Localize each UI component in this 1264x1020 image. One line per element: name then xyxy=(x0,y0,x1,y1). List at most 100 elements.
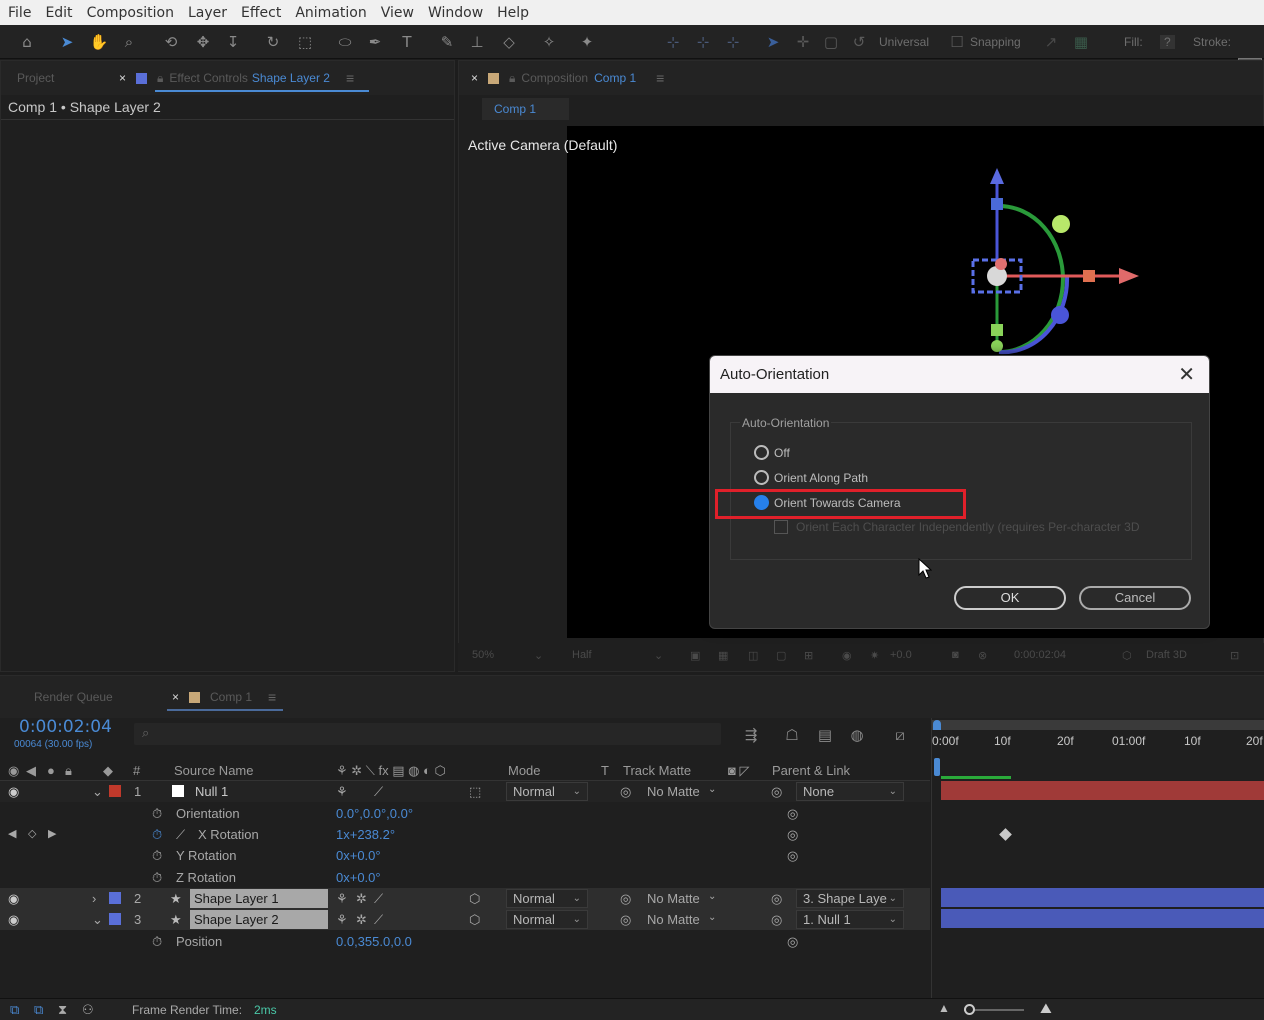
mode-dropdown[interactable]: Normal ⌄ xyxy=(506,782,588,801)
close-icon[interactable]: × xyxy=(119,71,126,85)
transparency-grid-icon[interactable]: ▦ xyxy=(718,649,728,662)
pickwhip-icon[interactable]: ◎ xyxy=(771,891,782,907)
local-axis-icon[interactable]: ⊹ xyxy=(662,31,684,53)
playhead[interactable] xyxy=(934,758,940,776)
layer-name[interactable]: Shape Layer 1 xyxy=(190,889,328,908)
expand-chevron-icon[interactable]: › xyxy=(92,891,96,906)
view-axis-icon[interactable]: ⊹ xyxy=(722,31,744,53)
shy-layers-icon[interactable]: ☖ xyxy=(781,724,803,746)
zoom-in-icon[interactable]: ⛰ xyxy=(1040,1000,1052,1017)
prop-value[interactable]: 1x+238.2° xyxy=(336,827,395,842)
matte-spiral-icon[interactable]: ◎ xyxy=(620,912,631,928)
prop-value[interactable]: 0x+0.0° xyxy=(336,848,381,863)
menu-layer[interactable]: Layer xyxy=(188,5,227,21)
lock-icon[interactable]: 🔒︎ xyxy=(157,71,163,86)
universal-scale-icon[interactable]: ▢ xyxy=(820,31,842,53)
prop-value[interactable]: 0x+0.0° xyxy=(336,870,381,885)
viewer-timecode[interactable]: 0:00:02:04 xyxy=(1014,649,1066,661)
time-ruler[interactable]: 0:00f 10f 20f 01:00f 10f 20f xyxy=(931,718,1264,780)
parent-dropdown[interactable]: 1. Null 1 ⌄ xyxy=(796,910,904,929)
tab-project[interactable]: Project xyxy=(17,71,109,85)
zoom-chevron-icon[interactable]: ⌄ xyxy=(534,649,543,662)
expression-pickwhip-icon[interactable]: ◎ xyxy=(787,848,798,864)
chevron-down-icon[interactable]: ⌄ xyxy=(708,891,716,902)
collapse-switch-icon[interactable]: ✲ xyxy=(356,912,367,928)
stopwatch-icon[interactable]: ⏱ xyxy=(152,848,162,864)
shy-switch-icon[interactable]: ⚘ xyxy=(336,784,348,800)
channel-icon[interactable]: ◉ xyxy=(842,649,852,662)
expression-pickwhip-icon[interactable]: ◎ xyxy=(787,827,798,843)
puppet-pin-icon[interactable]: ✦ xyxy=(576,31,598,53)
graph-icon[interactable]: ⟋ xyxy=(176,827,185,843)
track-matte-value[interactable]: No Matte xyxy=(647,891,700,906)
visibility-eye-icon[interactable]: ◉ xyxy=(8,891,19,907)
ellipse-tool-icon[interactable]: ⬭ xyxy=(334,31,356,53)
layer-row-null-1[interactable]: ◉ ⌄ 1 Null 1 ⚘ ⟋ ⬚ Normal ⌄ ◎ No Matte ⌄ … xyxy=(0,781,930,802)
menu-animation[interactable]: Animation xyxy=(295,5,366,21)
roto-brush-icon[interactable]: ✧ xyxy=(538,31,560,53)
radio-off-icon[interactable] xyxy=(754,445,769,460)
tab-timeline-comp[interactable]: Comp 1 xyxy=(210,690,252,704)
z-axis-handle[interactable] xyxy=(991,198,1003,210)
chevron-down-icon[interactable]: ⌄ xyxy=(708,912,716,923)
panel-menu-icon[interactable]: ≡ xyxy=(656,70,664,86)
stopwatch-icon[interactable]: ⏱ xyxy=(152,934,162,950)
snapshot-icon[interactable]: ▣ xyxy=(690,649,700,662)
zoom-tool-icon[interactable]: ⌕ xyxy=(118,31,140,53)
collapse-switch-icon[interactable]: ✲ xyxy=(356,891,367,907)
draft3d-icon[interactable]: ⬡ xyxy=(1122,649,1132,662)
chevron-down-icon[interactable]: ⌄ xyxy=(708,784,716,795)
menu-file[interactable]: File xyxy=(8,5,31,21)
expand-chevron-icon[interactable]: ⌄ xyxy=(92,784,103,800)
quality-dropdown[interactable]: Half xyxy=(572,649,592,661)
draft3d-label[interactable]: Draft 3D xyxy=(1146,649,1187,661)
universal-select-icon[interactable]: ➤ xyxy=(762,31,784,53)
pen-tool-icon[interactable]: ✒ xyxy=(364,31,386,53)
in-out-icon[interactable]: ⧗ xyxy=(58,1002,67,1018)
tab-effect-layer-name[interactable]: Shape Layer 2 xyxy=(252,71,330,85)
prop-value[interactable]: 0.0°,0.0°,0.0° xyxy=(336,806,413,821)
show-snapshot-icon[interactable]: ⊗ xyxy=(978,649,987,662)
quality-switch-icon[interactable]: ⟋ xyxy=(374,891,383,907)
radio-orient-along-path[interactable]: Orient Along Path xyxy=(754,470,868,485)
comp-subtab[interactable]: Comp 1 xyxy=(482,98,569,120)
menu-composition[interactable]: Composition xyxy=(87,5,174,21)
radio-along-path-icon[interactable] xyxy=(754,470,769,485)
zoom-slider-thumb[interactable] xyxy=(964,1004,975,1015)
layer-bar-shape-layer-1[interactable] xyxy=(941,888,1264,907)
extended-viewer-icon[interactable]: ⊡ xyxy=(1230,649,1239,662)
menu-view[interactable]: View xyxy=(381,5,414,21)
next-keyframe-icon[interactable]: ▶ xyxy=(48,827,56,840)
layer-name[interactable]: Null 1 xyxy=(195,784,228,799)
anchor-tool-icon[interactable]: ⬚ xyxy=(294,31,316,53)
close-icon[interactable]: × xyxy=(471,71,478,85)
frame-blending-icon[interactable]: ▤ xyxy=(814,724,836,746)
stopwatch-active-icon[interactable]: ⏱ xyxy=(152,827,162,843)
tab-composition-name[interactable]: Comp 1 xyxy=(594,71,636,85)
guides-icon[interactable]: ⊞ xyxy=(804,649,813,662)
add-keyframe-icon[interactable]: ◇ xyxy=(28,827,36,840)
expression-pickwhip-icon[interactable]: ◎ xyxy=(787,806,798,822)
menu-effect[interactable]: Effect xyxy=(241,5,281,21)
dolly-tool-icon[interactable]: ↧ xyxy=(222,31,244,53)
ok-button[interactable]: OK xyxy=(954,586,1066,610)
work-area-bar[interactable] xyxy=(932,720,1264,730)
matte-spiral-icon[interactable]: ◎ xyxy=(620,891,631,907)
layer-switches-icon[interactable]: ⧉ xyxy=(10,1002,19,1018)
arc-handle-blue[interactable] xyxy=(1051,306,1069,324)
prev-keyframe-icon[interactable]: ◀ xyxy=(8,827,16,840)
shy-switch-icon[interactable]: ⚘ xyxy=(336,912,348,928)
y-axis-end[interactable] xyxy=(991,340,1003,352)
layer-name[interactable]: Shape Layer 2 xyxy=(190,910,328,929)
fill-swatch[interactable]: ? xyxy=(1160,35,1175,49)
current-timecode[interactable]: 0:00:02:04 xyxy=(19,717,112,737)
work-area-start-handle[interactable] xyxy=(933,720,941,730)
close-icon[interactable]: × xyxy=(172,690,179,704)
track-matte-value[interactable]: No Matte xyxy=(647,912,700,927)
layer-search-input[interactable]: ⌕ xyxy=(134,723,721,745)
selection-tool-icon[interactable]: ➤ xyxy=(56,31,78,53)
quality-chevron-icon[interactable]: ⌄ xyxy=(654,649,663,662)
stopwatch-icon[interactable]: ⏱ xyxy=(152,870,162,886)
x-axis-handle[interactable] xyxy=(1083,270,1095,282)
tab-render-queue[interactable]: Render Queue xyxy=(34,690,162,704)
